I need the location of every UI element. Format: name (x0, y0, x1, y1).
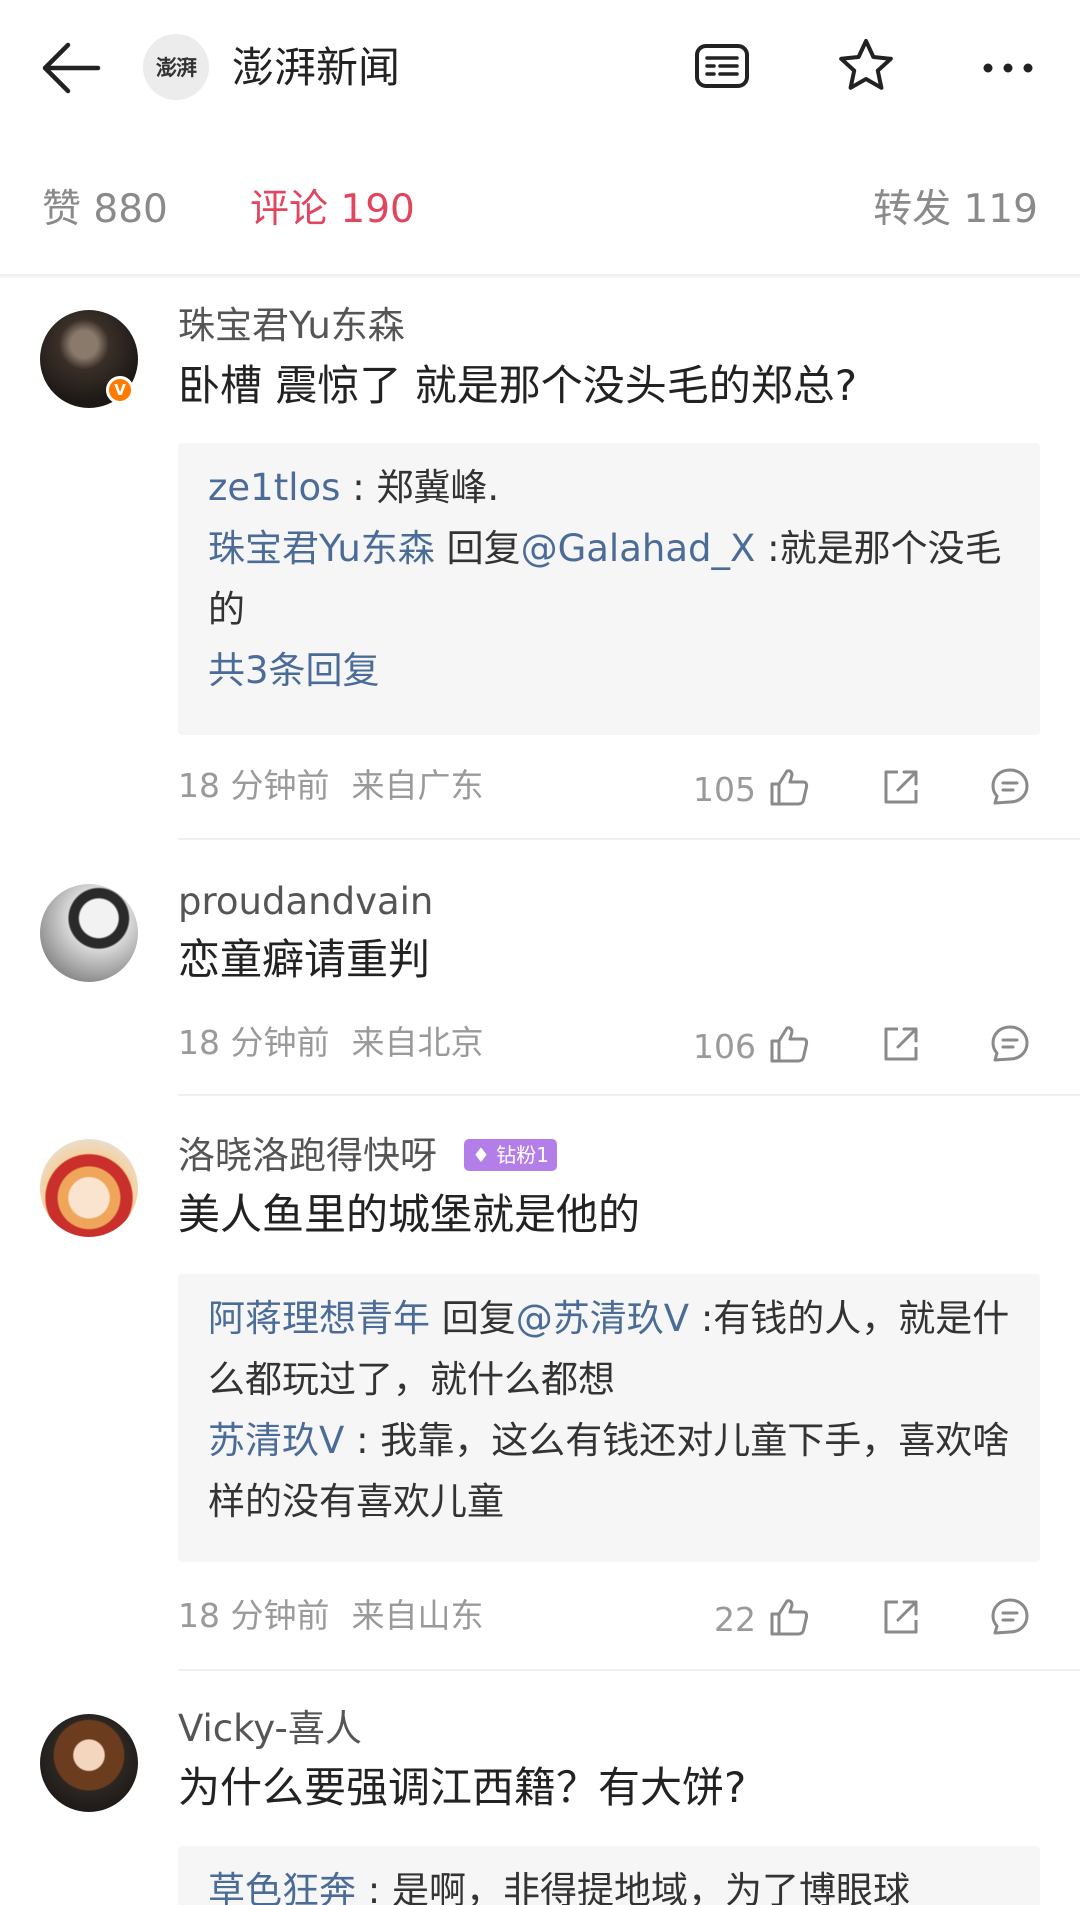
comment-meta: 18 分钟前 来自山东 (178, 1594, 483, 1638)
reply-text: : 是啊，非得提地域，为了博眼球 (356, 1869, 910, 1905)
reply-text: : 郑冀峰. (340, 466, 500, 509)
comment-meta: 18 分钟前 来自北京 (178, 1021, 483, 1065)
like-count: 22 (714, 1600, 756, 1639)
share-icon[interactable] (880, 1596, 922, 1638)
comment-divider (178, 838, 1080, 840)
thumbs-up-icon[interactable] (768, 1596, 810, 1638)
top-bar: 澎湃 澎湃新闻 (0, 0, 1080, 135)
more-icon[interactable] (978, 36, 1038, 96)
more-replies-link[interactable]: 共3条回复 (208, 640, 380, 701)
comment-time: 18 分钟前 (178, 1596, 330, 1635)
reply-mention[interactable]: @苏清玖V (516, 1297, 689, 1340)
comment-divider (178, 1669, 1080, 1671)
comment-icon[interactable] (989, 766, 1031, 808)
reply-username[interactable]: 阿蒋理想青年 (208, 1297, 430, 1340)
account-logo-text: 澎湃 (156, 55, 197, 80)
comment-username[interactable]: 珠宝君Yu东森 (178, 302, 405, 350)
reply-box[interactable]: ze1tlos : 郑冀峰. 珠宝君Yu东森 回复@Galahad_X :就是那… (178, 443, 1040, 735)
reply-item: 阿蒋理想青年 回复@苏清玖V :有钱的人，就是什么都玩过了，就什么都想 (208, 1288, 1020, 1410)
comment-icon[interactable] (989, 1023, 1031, 1065)
comment-location: 来自广东 (351, 766, 484, 805)
comment-time: 18 分钟前 (178, 1023, 330, 1062)
thumbs-up-icon[interactable] (768, 766, 810, 808)
share-icon[interactable] (880, 1023, 922, 1065)
reply-item: ze1tlos : 郑冀峰. (208, 457, 1020, 518)
comment-divider (178, 1094, 1080, 1096)
like-count: 105 (693, 770, 756, 809)
reply-username[interactable]: 草色狂奔 (208, 1869, 356, 1905)
avatar[interactable] (40, 884, 138, 982)
reply-item: 草色狂奔 : 是啊，非得提地域，为了博眼球 (208, 1860, 1020, 1905)
reply-mention[interactable]: @Galahad_X (521, 527, 756, 570)
comment-time: 18 分钟前 (178, 766, 330, 805)
avatar[interactable] (40, 1714, 138, 1812)
account-avatar[interactable]: 澎湃 (143, 34, 209, 100)
comment-username[interactable]: Vicky-喜人 (178, 1705, 362, 1753)
back-arrow-icon[interactable] (40, 40, 102, 96)
verified-badge: V (106, 376, 134, 404)
tab-reposts[interactable]: 转发 119 (873, 170, 1038, 250)
reply-text: 回复 (434, 527, 521, 570)
stats-divider (0, 274, 1080, 278)
reply-box[interactable]: 阿蒋理想青年 回复@苏清玖V :有钱的人，就是什么都玩过了，就什么都想 苏清玖V… (178, 1274, 1040, 1562)
diamond-icon: ♦ (472, 1143, 490, 1167)
comment-icon[interactable] (989, 1596, 1031, 1638)
avatar[interactable] (40, 1139, 138, 1237)
tab-comments[interactable]: 评论 190 (250, 170, 415, 250)
stats-tabs: 赞 880 评论 190 转发 119 (0, 170, 1080, 250)
reply-username[interactable]: 珠宝君Yu东森 (208, 527, 435, 570)
share-icon[interactable] (880, 766, 922, 808)
like-count: 106 (693, 1027, 756, 1066)
account-name[interactable]: 澎湃新闻 (232, 40, 400, 96)
comment-content: 为什么要强调江西籍？有大饼? (178, 1763, 747, 1812)
comment-username[interactable]: proudandvain (178, 878, 433, 926)
tab-likes[interactable]: 赞 880 (42, 170, 168, 250)
thumbs-up-icon[interactable] (768, 1023, 810, 1065)
comment-location: 来自山东 (351, 1596, 484, 1635)
reply-text: 回复 (430, 1297, 516, 1340)
reply-box[interactable]: 草色狂奔 : 是啊，非得提地域，为了博眼球 (178, 1846, 1040, 1905)
reply-username[interactable]: 苏清玖V (208, 1419, 344, 1462)
comment-content: 卧槽 震惊了 就是那个没头毛的郑总? (178, 361, 857, 410)
article-list-icon[interactable] (692, 36, 752, 96)
reply-item: 珠宝君Yu东森 回复@Galahad_X :就是那个没毛的 (208, 518, 1020, 640)
comment-meta: 18 分钟前 来自广东 (178, 764, 483, 808)
comment-content: 美人鱼里的城堡就是他的 (178, 1190, 641, 1239)
comment-location: 来自北京 (351, 1023, 484, 1062)
fan-badge: ♦ 钻粉1 (464, 1139, 558, 1171)
comment-content: 恋童癖请重判 (178, 935, 431, 984)
reply-username[interactable]: ze1tlos (208, 466, 340, 509)
star-icon[interactable] (836, 36, 896, 96)
reply-item: 苏清玖V : 我靠，这么有钱还对儿童下手，喜欢啥样的没有喜欢儿童 (208, 1410, 1020, 1532)
comment-username[interactable]: 洛晓洛跑得快呀 (178, 1132, 437, 1180)
